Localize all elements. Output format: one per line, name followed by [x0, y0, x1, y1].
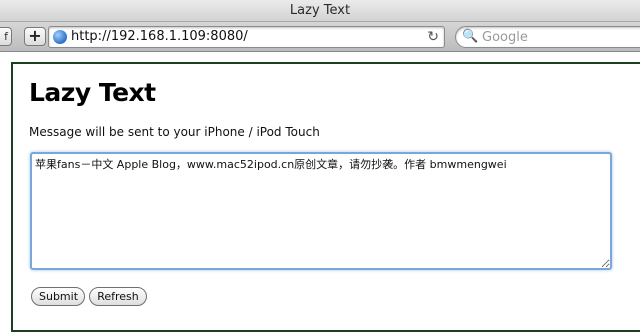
address-bar[interactable]: http://192.168.1.109:8080/ ↻ [48, 26, 445, 48]
browser-toolbar: f + http://192.168.1.109:8080/ ↻ 🔍 [0, 22, 640, 52]
window-title: Lazy Text [289, 3, 351, 18]
page-subtitle: Message will be sent to your iPhone / iP… [29, 125, 320, 139]
submit-button[interactable]: Submit [31, 287, 85, 306]
toolbar-nav-glyph: f [4, 30, 8, 43]
window-title-bar: Lazy Text [0, 0, 640, 22]
toolbar-nav-button[interactable]: f [0, 27, 12, 46]
reload-icon[interactable]: ↻ [427, 27, 439, 47]
page-title: Lazy Text [29, 78, 156, 107]
search-input[interactable] [482, 27, 640, 47]
message-textarea[interactable]: 苹果fans－中文 Apple Blog，www.mac52ipod.cn原创文… [30, 152, 612, 270]
globe-icon [53, 30, 67, 44]
search-icon: 🔍 [462, 29, 479, 44]
address-url[interactable]: http://192.168.1.109:8080/ [71, 27, 248, 47]
plus-icon: + [28, 26, 42, 45]
search-box[interactable]: 🔍 [455, 26, 640, 48]
add-bookmark-button[interactable]: + [24, 27, 46, 46]
refresh-button[interactable]: Refresh [89, 287, 147, 306]
